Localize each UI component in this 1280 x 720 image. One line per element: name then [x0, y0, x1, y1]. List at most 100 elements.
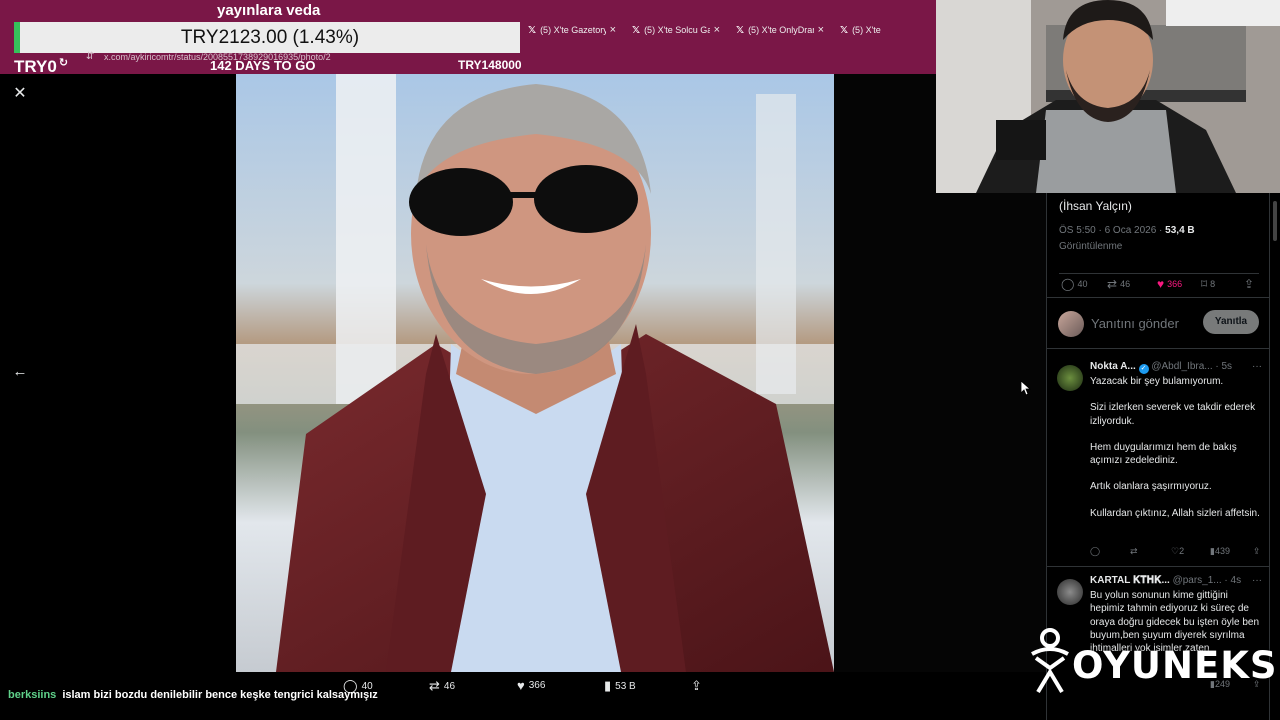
bookmark-stat[interactable]: ⌑ 8	[1201, 277, 1215, 291]
tab-label: (5) X'te Gazetory: "Sc	[540, 25, 606, 35]
x-logo-icon: 𝕏	[632, 24, 641, 36]
more-icon[interactable]: ···	[1252, 575, 1262, 586]
portrait-illustration	[236, 74, 834, 672]
current-amount-text: TRY0	[14, 57, 57, 76]
views-label: Görüntülenme	[1059, 241, 1123, 252]
reply-composer: Yanıtını gönder Yanıtla	[1047, 297, 1271, 349]
reply-header: KARTAL 𝐊𝐓𝐇𝐊... @pars_1... · 4s ···	[1090, 575, 1262, 586]
webcam-illustration	[936, 0, 1280, 193]
site-info-icon[interactable]: ⇵	[86, 51, 94, 62]
tweet-stats-bar: ◯ 40 ⇄ 46 ♥ 366 ⌑ 8 ⇪	[1059, 273, 1259, 291]
donation-progress-bar: TRY2123.00 (1.43%)	[14, 22, 520, 53]
logo-text: OYUNEKS	[1072, 644, 1278, 687]
like-count: 2	[1179, 546, 1185, 556]
share-icon: ⇪	[691, 678, 702, 693]
avatar	[1058, 311, 1084, 337]
view-count: 53 B	[615, 680, 636, 692]
progress-text: TRY2123.00 (1.43%)	[180, 27, 360, 48]
like-count: 366	[528, 680, 546, 691]
reply-paragraph: Artık olanlara şaşırmıyoruz.	[1090, 481, 1212, 493]
retweet-action[interactable]: ⇄ 46	[429, 678, 455, 694]
x-logo-icon: 𝕏	[736, 24, 745, 36]
like-action[interactable]: ♥ 366	[517, 678, 545, 693]
close-icon[interactable]: ✕	[12, 86, 28, 102]
reply-count: 40	[1077, 279, 1088, 289]
heart-icon: ♥	[517, 678, 525, 693]
reply-author-handle[interactable]: @Abdl_İbra...	[1151, 361, 1212, 372]
like-stat[interactable]: ♥ 366	[1157, 277, 1182, 291]
retweet-icon: ⇄	[429, 678, 440, 693]
reply-paragraph: Hem duygularımızı hem de bakış açımızı z…	[1090, 441, 1237, 467]
reply-paragraph: Yazacak bir şey bulamıyorum.	[1090, 376, 1224, 387]
reply-age: · 5s	[1215, 361, 1233, 372]
tweet-meta: ÖS 5:50 · 6 Oca 2026 · 53,4 B	[1059, 225, 1195, 236]
chat-message: berksiins islam bizi bozdu denilebilir be…	[8, 689, 378, 701]
views-action[interactable]: ▮ 439	[1210, 546, 1230, 557]
verified-badge-icon: ✓	[1138, 364, 1149, 374]
browser-tab[interactable]: 𝕏 (5) X'te Solcu Gazete ×	[624, 20, 728, 40]
reply-stat[interactable]: ◯ 40	[1061, 277, 1087, 291]
reply-text: Yazacak bir şey bulamıyorum. Sizi izlerk…	[1090, 375, 1262, 520]
reply-author-handle[interactable]: @pars_1...	[1173, 575, 1222, 586]
donation-goal: TRY148000	[458, 58, 522, 72]
reply-input[interactable]: Yanıtını gönder	[1091, 316, 1179, 331]
stream-title: yayınlara veda	[217, 2, 321, 19]
retweet-icon[interactable]: ⇄	[1130, 546, 1138, 557]
arrow-left-icon[interactable]: ←	[12, 364, 28, 380]
mascot-logo-icon	[1031, 628, 1069, 694]
browser-tab[interactable]: 𝕏 (5) X'te OnlyDrama: " ×	[728, 20, 832, 40]
tweet-photo	[236, 74, 834, 672]
bar-chart-icon: ▮	[604, 678, 612, 693]
reply-paragraph: Kullardan çıktınız, Allah sizleri affets…	[1090, 507, 1260, 519]
avatar	[1057, 365, 1083, 391]
browser-tab[interactable]: 𝕏 (5) X'te Gazetory: "Sc ×	[520, 20, 624, 40]
close-tab-icon[interactable]: ×	[714, 24, 720, 36]
avatar	[1057, 579, 1083, 605]
close-tab-icon[interactable]: ×	[818, 24, 824, 36]
tweet-views-count: 53,4 B	[1165, 225, 1195, 236]
scrollbar[interactable]	[1270, 193, 1280, 720]
reply-icon[interactable]: ◯	[1090, 546, 1100, 557]
reload-icon[interactable]: ↻	[59, 57, 68, 69]
chat-text: islam bizi bozdu denilebilir bence keşke…	[62, 689, 378, 701]
mouse-cursor-icon	[1021, 381, 1031, 395]
scrollbar-thumb[interactable]	[1273, 201, 1277, 241]
share-stat[interactable]: ⇪	[1244, 277, 1254, 291]
retweet-count: 46	[443, 680, 456, 692]
like-count: 366	[1167, 279, 1183, 289]
reply-actions: ◯ ⇄ ♡ 2 ▮ 439 ⇪	[1090, 546, 1262, 558]
close-tab-icon[interactable]: ×	[610, 24, 616, 36]
share-action[interactable]: ⇪	[691, 678, 702, 694]
chat-username: berksiins	[8, 689, 57, 701]
webcam-feed	[936, 0, 1280, 193]
tab-label: (5) X'te	[852, 25, 881, 35]
browser-tab[interactable]: 𝕏 (5) X'te	[832, 20, 936, 40]
tweet-text-tail: (İhsan Yalçın)	[1059, 199, 1132, 213]
retweet-stat[interactable]: ⇄ 46	[1107, 277, 1130, 291]
tab-label: (5) X'te Solcu Gazete	[644, 25, 710, 35]
more-icon[interactable]: ···	[1252, 361, 1262, 372]
bookmark-icon: ⌑	[1201, 277, 1208, 291]
tab-label: (5) X'te OnlyDrama: "	[748, 25, 814, 35]
oyuneks-logo: OYUNEKS	[1026, 628, 1277, 694]
like-action[interactable]: ♡ 2	[1171, 546, 1184, 557]
view-count: 439	[1214, 546, 1230, 556]
days-left: 142 DAYS TO GO	[210, 58, 316, 73]
bookmark-count: 8	[1210, 279, 1216, 289]
reply-age: · 4s	[1224, 575, 1242, 586]
tweet-time[interactable]: ÖS 5:50 · 6 Oca 2026 ·	[1059, 225, 1165, 236]
views-action[interactable]: ▮ 53 B	[604, 678, 636, 694]
x-logo-icon: 𝕏	[528, 24, 537, 36]
share-icon[interactable]: ⇪	[1253, 546, 1261, 557]
reply-author-name[interactable]: Nokta A...	[1090, 361, 1136, 372]
x-logo-icon: 𝕏	[840, 24, 849, 36]
heart-filled-icon: ♥	[1157, 277, 1165, 291]
retweet-icon: ⇄	[1107, 277, 1118, 291]
browser-tab-strip: 𝕏 (5) X'te Gazetory: "Sc × 𝕏 (5) X'te So…	[520, 20, 936, 40]
reply-author-name[interactable]: KARTAL 𝐊𝐓𝐇𝐊...	[1090, 575, 1170, 586]
reply-header: Nokta A... ✓ @Abdl_İbra... · 5s ···	[1090, 361, 1262, 374]
share-icon: ⇪	[1244, 277, 1255, 291]
reply-button[interactable]: Yanıtla	[1203, 310, 1259, 334]
retweet-count: 46	[1120, 279, 1131, 289]
reply-item[interactable]: Nokta A... ✓ @Abdl_İbra... · 5s ··· Yaza…	[1047, 357, 1271, 567]
